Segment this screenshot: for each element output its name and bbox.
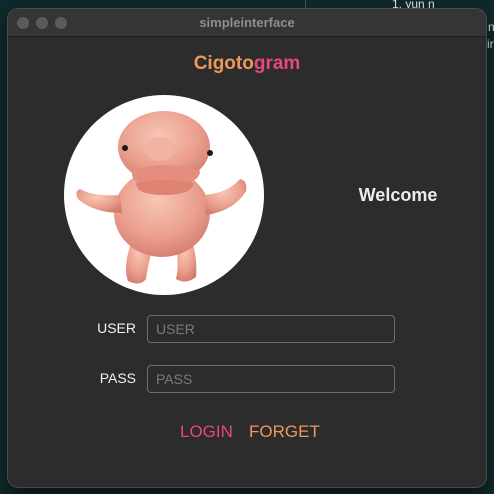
app-title: Cigotogram xyxy=(8,53,486,75)
app-window: simpleinterface Cigotogram Welcome USER … xyxy=(8,9,486,487)
window-title: simpleinterface xyxy=(199,15,295,30)
avatar xyxy=(64,95,264,295)
login-button[interactable]: LOGIN xyxy=(180,422,233,442)
pass-label: PASS xyxy=(99,370,136,386)
background-edge-char: ir xyxy=(487,37,494,51)
app-title-part-1: Cigoto xyxy=(193,53,254,74)
pass-input[interactable] xyxy=(147,365,395,393)
title-bar[interactable]: simpleinterface xyxy=(8,9,486,37)
user-label: USER xyxy=(97,320,136,336)
welcome-text: Welcome xyxy=(358,185,438,205)
blob-figure-image xyxy=(76,111,247,284)
app-title-part-2: gram xyxy=(253,53,301,74)
background-edge-char: n xyxy=(488,20,494,34)
forget-button[interactable]: FORGET xyxy=(249,422,320,442)
user-input[interactable] xyxy=(147,315,395,343)
